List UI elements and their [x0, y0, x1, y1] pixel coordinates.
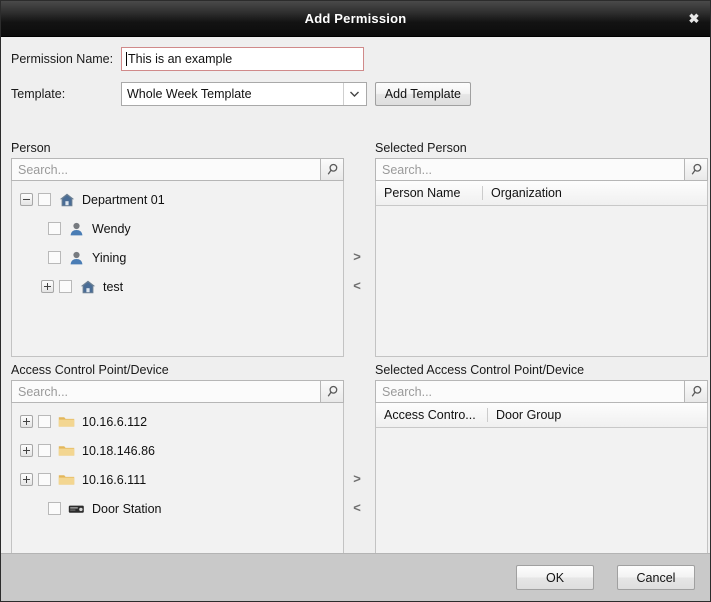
selected-device-search-input[interactable]: Search...: [375, 380, 684, 403]
node-checkbox[interactable]: [38, 444, 51, 457]
node-checkbox[interactable]: [48, 222, 61, 235]
add-person-button[interactable]: >: [346, 248, 368, 266]
tree-node-test[interactable]: test: [12, 272, 343, 301]
expand-icon[interactable]: [20, 415, 33, 428]
tree-node-wendy[interactable]: Wendy: [12, 214, 343, 243]
tree-node-department-01[interactable]: Department 01: [12, 185, 343, 214]
search-icon[interactable]: [684, 380, 708, 403]
node-checkbox[interactable]: [48, 251, 61, 264]
add-permission-dialog: Add Permission ✖ Permission Name: This i…: [0, 0, 711, 602]
ok-button[interactable]: OK: [516, 565, 594, 590]
close-icon[interactable]: ✖: [684, 10, 704, 28]
column-header-person-name[interactable]: Person Name: [376, 186, 482, 200]
selected-person-search-input[interactable]: Search...: [375, 158, 684, 181]
column-header-access-control-point[interactable]: Access Contro...: [376, 408, 487, 422]
tree-node-label: Wendy: [92, 221, 131, 236]
home-icon: [58, 192, 75, 208]
person-tree[interactable]: Department 01 Wendy Yining test: [11, 181, 344, 357]
expand-icon[interactable]: [20, 473, 33, 486]
permission-name-row: Permission Name: This is an example: [11, 46, 371, 72]
cancel-button[interactable]: Cancel: [617, 565, 695, 590]
person-search-input[interactable]: Search...: [11, 158, 320, 181]
tree-node-label: Department 01: [82, 192, 165, 207]
device-panel: Access Control Point/Device Search... 10…: [11, 362, 344, 579]
device-panel-title: Access Control Point/Device: [11, 363, 169, 377]
search-icon[interactable]: [320, 158, 344, 181]
template-selected-value: Whole Week Template: [127, 87, 252, 101]
column-header-organization[interactable]: Organization: [482, 186, 707, 200]
add-template-button[interactable]: Add Template: [374, 82, 471, 106]
column-header-door-group[interactable]: Door Group: [487, 408, 707, 422]
node-checkbox[interactable]: [48, 502, 61, 515]
selected-device-panel: Selected Access Control Point/Device Sea…: [375, 362, 708, 579]
search-icon[interactable]: [320, 380, 344, 403]
dialog-titlebar: Add Permission ✖: [1, 1, 710, 37]
selected-person-table[interactable]: Person Name Organization: [375, 181, 708, 357]
dialog-title: Add Permission: [304, 11, 407, 26]
tree-node-yining[interactable]: Yining: [12, 243, 343, 272]
dialog-body: Permission Name: This is an example Temp…: [1, 37, 710, 579]
remove-person-button[interactable]: <: [346, 277, 368, 295]
folder-icon: [58, 443, 75, 459]
tree-node-label: test: [103, 279, 124, 294]
permission-name-input[interactable]: This is an example: [121, 47, 364, 71]
node-checkbox[interactable]: [38, 193, 51, 206]
selected-person-panel: Selected Person Search... Person Name Or…: [375, 140, 708, 357]
permission-name-value: This is an example: [128, 52, 233, 66]
home-icon: [79, 279, 96, 295]
selected-person-table-body: [376, 206, 707, 356]
dialog-footer: OK Cancel: [1, 553, 710, 601]
tree-node-label: 10.16.6.112: [82, 414, 148, 429]
tree-node-10-16-6-111[interactable]: 10.16.6.111: [12, 465, 343, 494]
person-icon: [68, 250, 85, 266]
template-row: Template: Whole Week Template Add Templa…: [11, 81, 471, 107]
remove-device-button[interactable]: <: [346, 499, 368, 517]
person-panel: Person Search... Department 01 Wendy Yin…: [11, 140, 344, 357]
table-header-row: Person Name Organization: [376, 181, 707, 206]
permission-name-label: Permission Name:: [11, 52, 114, 66]
person-icon: [68, 221, 85, 237]
tree-node-label: Yining: [92, 250, 127, 265]
folder-icon: [58, 414, 75, 430]
selected-person-search-row: Search...: [375, 158, 708, 181]
device-search-input[interactable]: Search...: [11, 380, 320, 403]
template-label: Template:: [11, 87, 66, 101]
node-checkbox[interactable]: [38, 473, 51, 486]
table-header-row: Access Contro... Door Group: [376, 403, 707, 428]
person-search-row: Search...: [11, 158, 344, 181]
expand-icon[interactable]: [41, 280, 54, 293]
tree-node-label: 10.18.146.86: [82, 443, 155, 458]
selected-device-panel-title: Selected Access Control Point/Device: [375, 363, 585, 377]
add-device-button[interactable]: >: [346, 470, 368, 488]
tree-node-label: 10.16.6.111: [82, 472, 147, 487]
search-icon[interactable]: [684, 158, 708, 181]
door-station-icon: [68, 501, 85, 517]
tree-node-10-16-6-112[interactable]: 10.16.6.112: [12, 407, 343, 436]
node-checkbox[interactable]: [38, 415, 51, 428]
chevron-down-icon[interactable]: [342, 83, 366, 105]
device-search-row: Search...: [11, 380, 344, 403]
tree-node-label: Door Station: [92, 501, 162, 516]
selected-device-search-row: Search...: [375, 380, 708, 403]
tree-node-door-station[interactable]: Door Station: [12, 494, 343, 523]
person-panel-title: Person: [11, 141, 51, 155]
selected-person-panel-title: Selected Person: [375, 141, 467, 155]
expand-icon[interactable]: [20, 444, 33, 457]
tree-node-10-18-146-86[interactable]: 10.18.146.86: [12, 436, 343, 465]
node-checkbox[interactable]: [59, 280, 72, 293]
collapse-icon[interactable]: [20, 193, 33, 206]
folder-icon: [58, 472, 75, 488]
text-caret: [126, 52, 127, 66]
template-select[interactable]: Whole Week Template: [121, 82, 367, 106]
